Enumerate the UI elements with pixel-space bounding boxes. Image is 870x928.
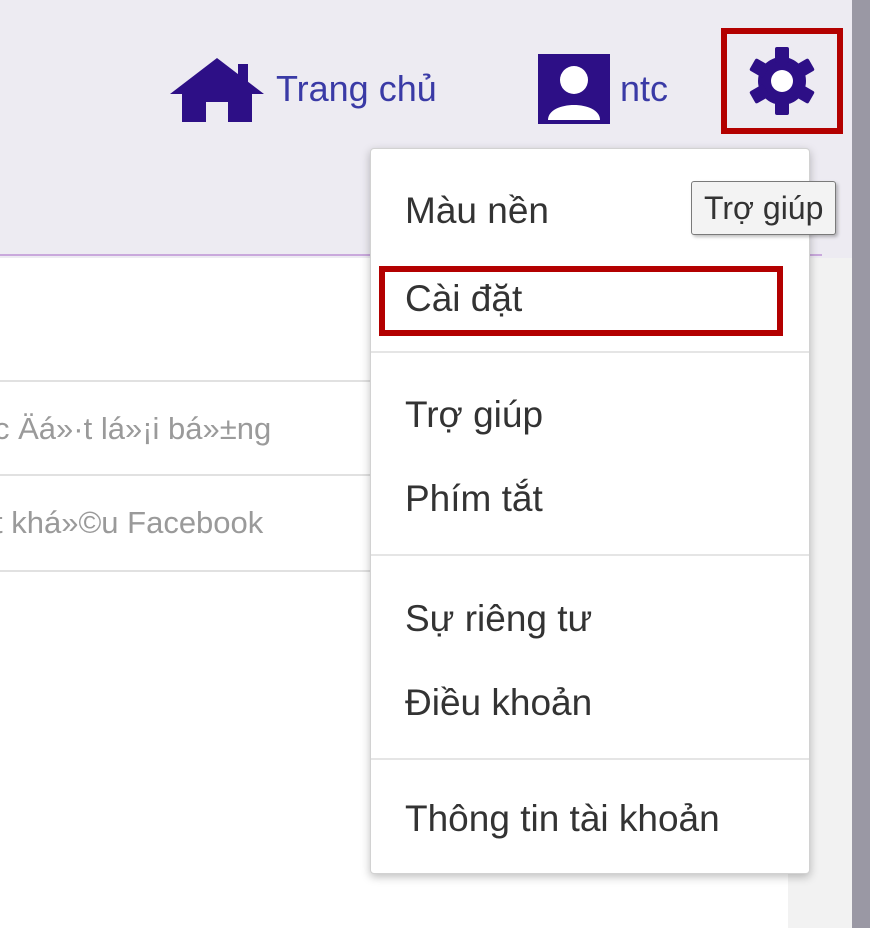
menu-divider xyxy=(371,758,809,760)
list-item-text: c Äá»·t lá»¡i bá»±ng xyxy=(0,411,272,446)
menu-divider xyxy=(371,351,809,353)
settings-button[interactable] xyxy=(721,28,843,134)
menu-divider xyxy=(371,554,809,556)
menu-item-help[interactable]: Trợ giúp xyxy=(405,385,543,445)
settings-dropdown-menu: Màu nền Cài đặt Trợ giúp Phím tắt Sự riê… xyxy=(370,148,810,874)
list-item[interactable]: t khá»©u Facebook xyxy=(0,474,375,572)
list-item[interactable]: c Äá»·t lá»¡i bá»±ng xyxy=(0,380,375,476)
profile-link[interactable]: ntc xyxy=(538,54,668,124)
menu-item-shortcuts[interactable]: Phím tắt xyxy=(405,469,543,529)
gear-icon xyxy=(746,45,818,117)
home-link-label: Trang chủ xyxy=(276,68,437,109)
window-edge xyxy=(852,0,870,928)
menu-item-terms[interactable]: Điều khoản xyxy=(405,673,592,733)
list-item-text: t khá»©u Facebook xyxy=(0,505,264,540)
highlight-box xyxy=(379,266,783,336)
profile-link-label: ntc xyxy=(620,68,669,109)
help-tooltip: Trợ giúp xyxy=(691,181,837,235)
home-link[interactable]: Trang chủ xyxy=(168,54,437,124)
menu-item-background-color[interactable]: Màu nền xyxy=(405,181,549,241)
menu-item-privacy[interactable]: Sự riêng tư xyxy=(405,589,592,649)
home-icon xyxy=(168,54,266,124)
user-icon xyxy=(538,54,610,124)
menu-item-account-info[interactable]: Thông tin tài khoản xyxy=(405,789,720,849)
